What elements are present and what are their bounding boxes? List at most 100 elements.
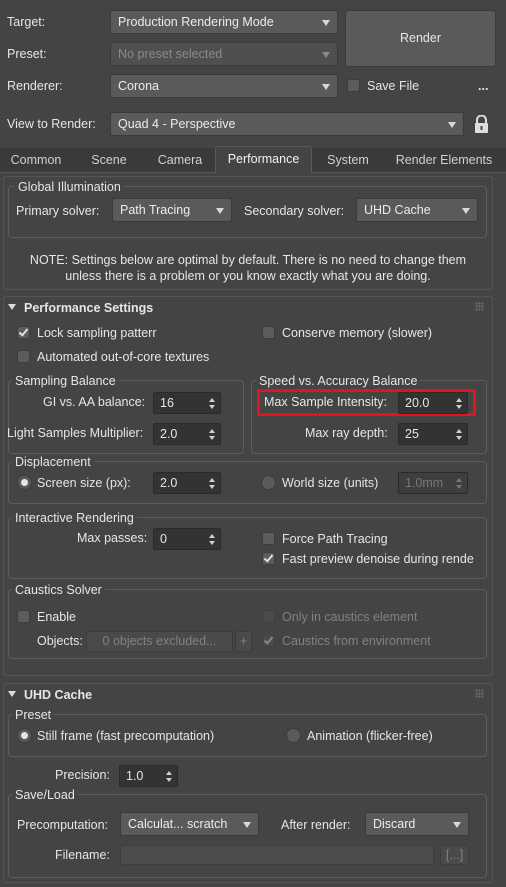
- caustics-title: Caustics Solver: [12, 583, 105, 597]
- world-size-value: 1.0mm: [405, 476, 444, 490]
- spinner-up-icon[interactable]: [456, 429, 462, 433]
- spinner-up-icon[interactable]: [456, 478, 462, 482]
- more-button[interactable]: ...: [478, 78, 488, 94]
- add-icon: +: [239, 634, 248, 648]
- check-icon: [263, 634, 274, 645]
- gi-aa-spinner[interactable]: 16: [153, 392, 221, 414]
- force-pt-checkbox[interactable]: [262, 532, 275, 545]
- precision-label: Precision:: [55, 768, 110, 782]
- spinner-up-icon[interactable]: [456, 398, 462, 402]
- tab-label: Scene: [91, 153, 127, 167]
- after-render-value: Discard: [373, 817, 416, 831]
- max-ray-spinner[interactable]: 25: [398, 423, 468, 445]
- only-caustics-label: Only in caustics element: [282, 610, 418, 624]
- collapse-icon[interactable]: [8, 691, 16, 697]
- spinner-down-icon[interactable]: [209, 541, 215, 545]
- max-intensity-label: Max Sample Intensity:: [264, 395, 387, 409]
- animation-radio[interactable]: [286, 728, 301, 743]
- spinner-down-icon[interactable]: [456, 436, 462, 440]
- still-frame-radio[interactable]: [17, 728, 32, 743]
- spinner-down-icon[interactable]: [456, 405, 462, 409]
- out-of-core-checkbox[interactable]: [17, 350, 30, 363]
- only-caustics-checkbox[interactable]: [262, 610, 275, 623]
- lock-sampling-checkbox[interactable]: [17, 326, 30, 339]
- light-mult-spinner[interactable]: 2.0: [153, 423, 221, 445]
- spinner-up-icon[interactable]: [209, 398, 215, 402]
- max-intensity-spinner[interactable]: 20.0: [398, 392, 468, 414]
- primary-solver-dropdown[interactable]: Path Tracing: [112, 198, 232, 222]
- collapse-icon[interactable]: [8, 304, 16, 310]
- note-line-2: unless there is a problem or you know ex…: [65, 269, 431, 283]
- sampling-title: Sampling Balance: [12, 374, 119, 388]
- saveload-group: [8, 794, 487, 878]
- secondary-solver-dropdown[interactable]: UHD Cache: [356, 198, 478, 222]
- filename-input[interactable]: [120, 845, 434, 865]
- screen-size-spinner[interactable]: 2.0: [153, 472, 221, 494]
- render-button[interactable]: Render: [345, 10, 496, 67]
- screen-size-label: Screen size (px):: [37, 476, 131, 490]
- spinner-up-icon[interactable]: [209, 429, 215, 433]
- conserve-memory-label: Conserve memory (slower): [282, 326, 433, 340]
- tab-common[interactable]: Common: [0, 148, 72, 173]
- tab-scene[interactable]: Scene: [75, 148, 143, 173]
- spinner-down-icon[interactable]: [166, 778, 172, 782]
- spinner-down-icon[interactable]: [209, 405, 215, 409]
- view-dropdown[interactable]: Quad 4 - Perspective: [110, 112, 464, 136]
- precision-spinner[interactable]: 1.0: [119, 765, 178, 787]
- renderer-dropdown[interactable]: Corona: [110, 74, 338, 98]
- tab-performance[interactable]: Performance: [215, 146, 312, 173]
- tab-render-elements[interactable]: Render Elements: [385, 148, 503, 173]
- tab-label: System: [327, 153, 369, 167]
- spinner-up-icon[interactable]: [166, 771, 172, 775]
- spinner-down-icon[interactable]: [209, 485, 215, 489]
- caustics-env-label: Caustics from environment: [282, 634, 431, 648]
- spinner-down-icon[interactable]: [209, 436, 215, 440]
- grip-icon[interactable]: [475, 302, 484, 311]
- gi-title: Global Illumination: [15, 180, 124, 194]
- precomp-dropdown[interactable]: Calculat... scratch: [120, 812, 259, 836]
- preset-dropdown[interactable]: No preset selected: [110, 42, 338, 66]
- precomp-value: Calculat... scratch: [128, 817, 228, 831]
- save-file-label: Save File: [367, 79, 420, 93]
- spinner-up-icon[interactable]: [209, 534, 215, 538]
- caustics-env-checkbox[interactable]: [262, 634, 275, 647]
- conserve-memory-checkbox[interactable]: [262, 326, 275, 339]
- grip-icon[interactable]: [475, 689, 484, 698]
- saveload-title: Save/Load: [12, 788, 78, 802]
- tab-camera[interactable]: Camera: [146, 148, 214, 173]
- browse-button[interactable]: [...]: [440, 845, 469, 865]
- add-object-button[interactable]: +: [235, 631, 252, 652]
- world-size-spinner[interactable]: 1.0mm: [398, 472, 468, 494]
- renderer-label: Renderer:: [7, 79, 63, 93]
- after-render-dropdown[interactable]: Discard: [365, 812, 469, 836]
- tabs: Common Scene Camera Performance System R…: [0, 146, 506, 173]
- world-size-radio[interactable]: [261, 475, 276, 490]
- max-passes-spinner[interactable]: 0: [153, 528, 221, 550]
- spinner-down-icon[interactable]: [456, 485, 462, 489]
- tab-label: Camera: [157, 153, 203, 167]
- precision-value: 1.0: [126, 769, 144, 783]
- max-passes-value: 0: [160, 532, 167, 546]
- lock-icon[interactable]: [474, 115, 489, 133]
- objects-label: Objects:: [37, 634, 83, 648]
- renderer-value: Corona: [118, 79, 159, 93]
- interactive-title: Interactive Rendering: [12, 511, 137, 525]
- screen-size-radio[interactable]: [17, 475, 32, 490]
- objects-button[interactable]: 0 objects excluded...: [86, 631, 233, 652]
- performance-title[interactable]: Performance Settings: [24, 300, 153, 316]
- uhd-title[interactable]: UHD Cache: [24, 687, 92, 703]
- spinner-up-icon[interactable]: [209, 478, 215, 482]
- tab-system[interactable]: System: [316, 148, 380, 173]
- chevron-down-icon: [453, 822, 461, 828]
- tab-label: Performance: [227, 152, 300, 166]
- chevron-down-icon: [322, 20, 330, 26]
- save-file-checkbox[interactable]: [347, 79, 360, 92]
- target-dropdown[interactable]: Production Rendering Mode: [110, 10, 338, 34]
- enable-caustics-checkbox[interactable]: [17, 610, 30, 623]
- preset-value: No preset selected: [118, 47, 223, 61]
- tab-label: Render Elements: [395, 153, 493, 167]
- max-passes-label: Max passes:: [77, 531, 148, 545]
- note-text: NOTE: Settings below are optimal by defa…: [3, 252, 493, 284]
- fast-denoise-checkbox[interactable]: [262, 552, 275, 565]
- browse-label: [...]: [445, 848, 464, 862]
